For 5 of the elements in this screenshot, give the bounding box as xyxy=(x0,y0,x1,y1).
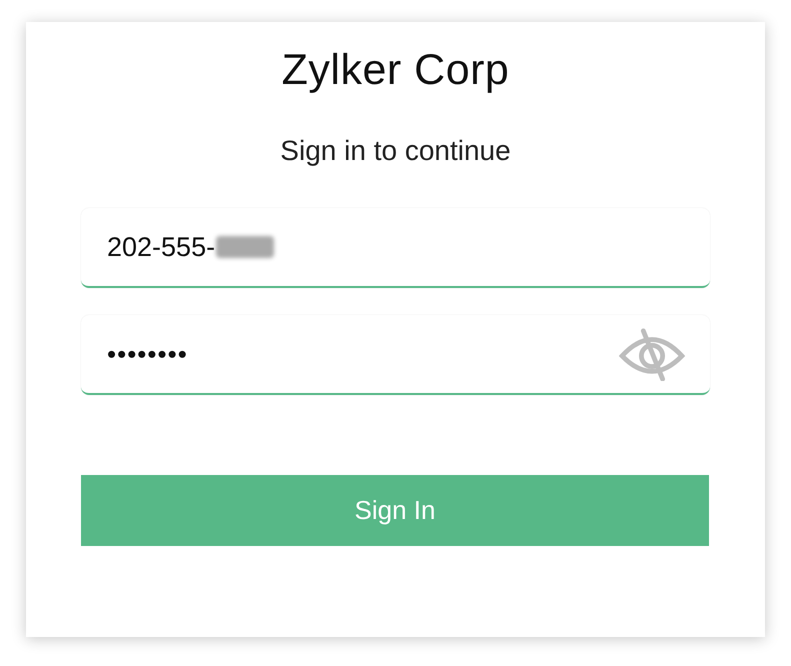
subtitle: Sign in to continue xyxy=(280,134,511,168)
app-title: Zylker Corp xyxy=(282,45,510,96)
hidden-eye-icon[interactable] xyxy=(618,327,686,381)
password-field[interactable]: •••••••• xyxy=(81,315,710,395)
phone-field[interactable]: 202-555- xyxy=(81,208,710,288)
